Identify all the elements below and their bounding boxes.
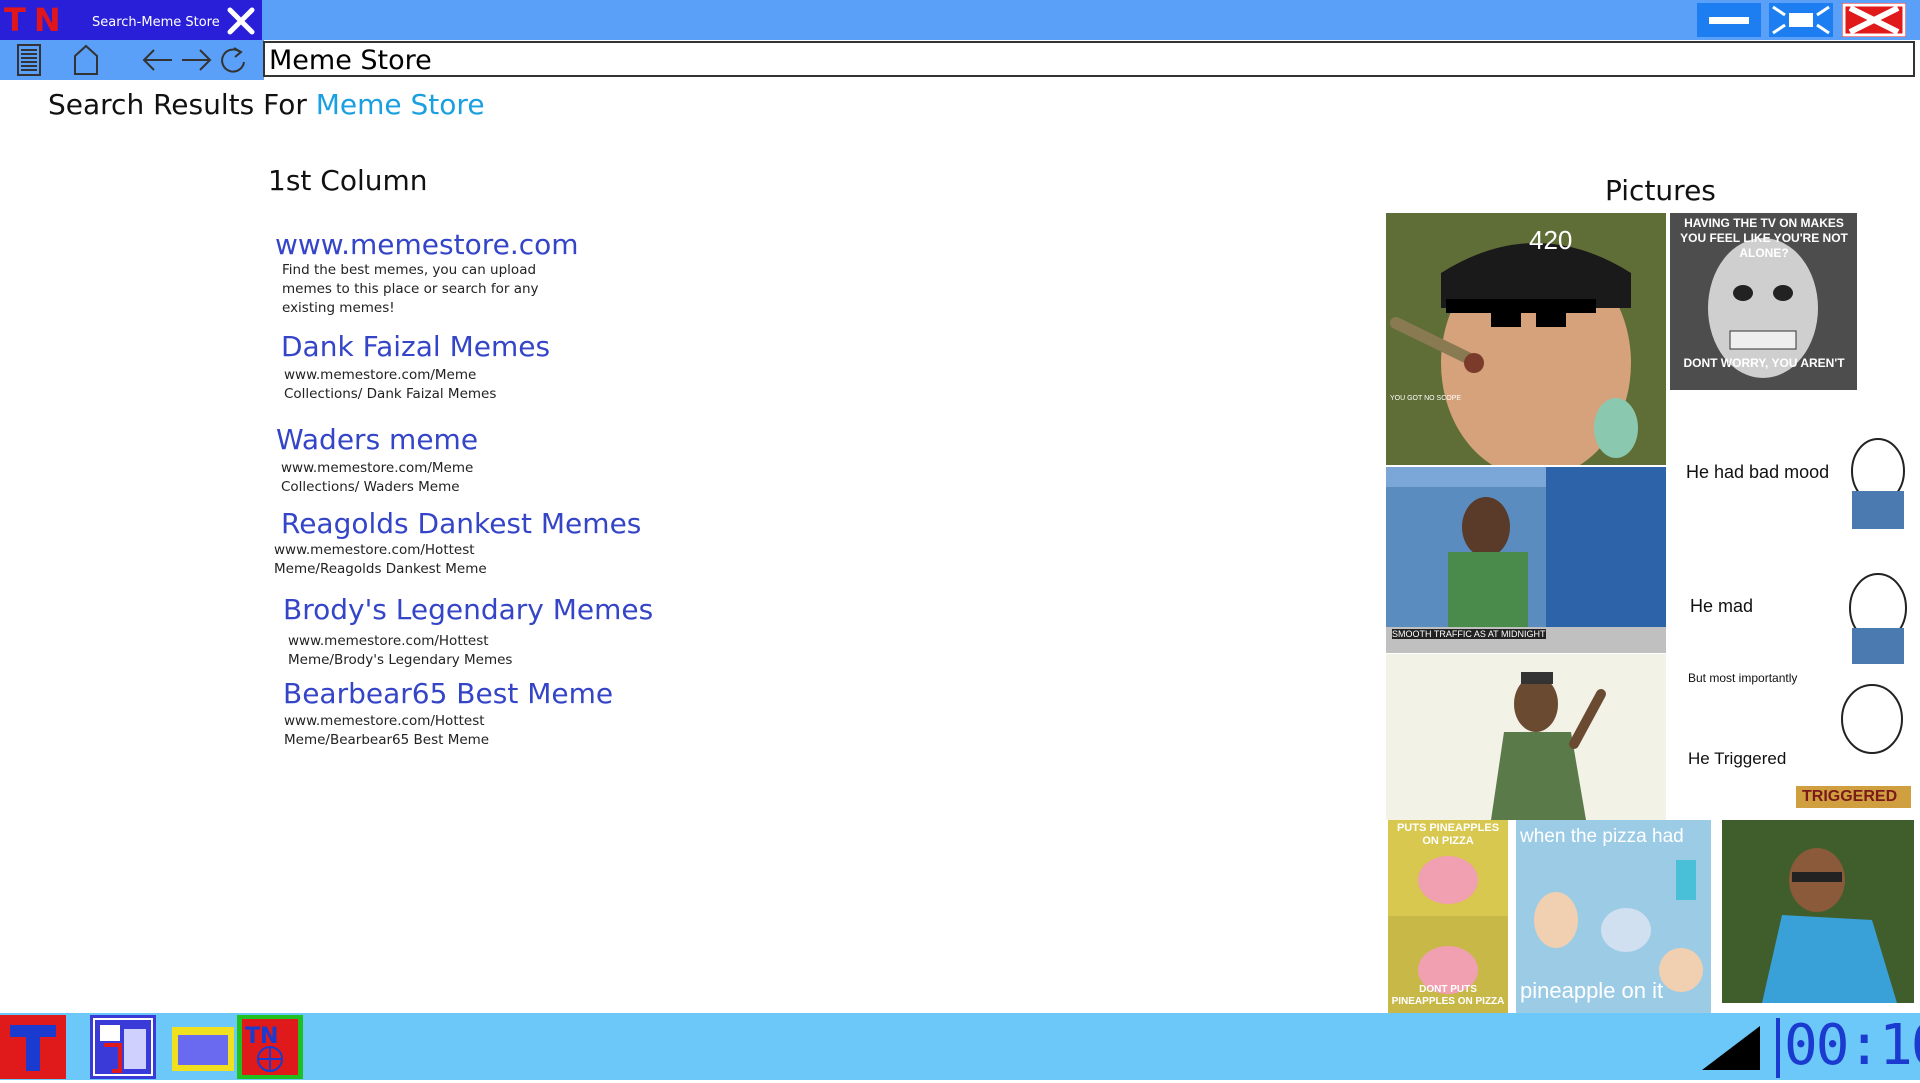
result-description: www.memestore.com/Meme Collections/ Wade…: [281, 460, 474, 495]
meme-gta-art: [1386, 654, 1666, 820]
pictures-heading: Pictures: [1605, 174, 1716, 207]
clock-divider: [1776, 1018, 1780, 1078]
restore-icon: [1772, 5, 1830, 35]
meme-420-caption: YOU GOT NO SCOPE: [1390, 395, 1462, 402]
svg-text:TN: TN: [245, 1024, 278, 1049]
meme-rick-bottom-caption: pineapple on it: [1520, 978, 1664, 1003]
result-title-link[interactable]: Waders meme: [276, 423, 478, 456]
meme-image-patrick-pizza[interactable]: PUTS PINEAPPLES ON PIZZA DONT PUTS PINEA…: [1388, 820, 1508, 1013]
meme-patrick-top-caption: PUTS PINEAPPLES ON PIZZA: [1396, 822, 1500, 847]
rage-caption-3: But most importantly: [1688, 671, 1798, 685]
result-title-link[interactable]: Reagolds Dankest Memes: [281, 507, 641, 540]
meme-image-not-alone[interactable]: HAVING THE TV ON MAKES YOU FEEL LIKE YOU…: [1670, 213, 1857, 390]
browser-toolbar: [0, 40, 264, 80]
back-arrow-icon[interactable]: [140, 44, 174, 76]
meme-news-ticker: SMOOTH TRAFFIC AS AT MIDNIGHT: [1392, 629, 1546, 639]
minimize-icon: [1709, 17, 1749, 24]
rage-caption-1: He had bad mood: [1686, 462, 1830, 482]
meme-not-alone-top-caption: HAVING THE TV ON MAKES YOU FEEL LIKE YOU…: [1680, 216, 1848, 260]
column-heading: 1st Column: [268, 164, 428, 197]
folder-icon: [172, 1027, 234, 1071]
meme-image-gta[interactable]: [1386, 654, 1666, 820]
meme-image-news-reporter[interactable]: SMOOTH TRAFFIC AS AT MIDNIGHT: [1386, 467, 1666, 653]
meme-news-art: [1386, 467, 1666, 653]
search-query: Meme Store: [315, 88, 485, 121]
signal-icon[interactable]: [1700, 1022, 1762, 1072]
browser-tab[interactable]: TN Search-Meme Store: [0, 0, 262, 40]
result-description: Find the best memes, you can upload meme…: [282, 262, 539, 316]
task-manager-icon: [93, 1018, 153, 1076]
forward-arrow-icon[interactable]: [180, 44, 214, 76]
tn-browser-icon: TN: [242, 1019, 298, 1075]
tn-logo-icon: TN: [4, 1, 69, 39]
meme-420-art: [1386, 213, 1666, 465]
result-description: www.memestore.com/Hottest Meme/Bearbear6…: [284, 713, 490, 748]
meme-patrick-bottom-caption: DONT PUTS PINEAPPLES ON PIZZA: [1391, 984, 1505, 1007]
home-icon[interactable]: [72, 44, 100, 76]
meme-image-crouching-guy[interactable]: [1722, 820, 1914, 1003]
title-bar: [0, 0, 1920, 40]
restore-button[interactable]: [1769, 3, 1833, 37]
refresh-icon[interactable]: [218, 44, 248, 76]
search-heading-prefix: Search Results For: [48, 88, 316, 121]
meme-image-rick-pizza[interactable]: when the pizza had pineapple on it: [1516, 820, 1711, 1013]
start-button[interactable]: [0, 1015, 66, 1079]
result-title-link[interactable]: Dank Faizal Memes: [281, 330, 550, 363]
rage-caption-2: He mad: [1690, 596, 1754, 616]
result-description: www.memestore.com/Hottest Meme/Brody's L…: [288, 633, 513, 668]
minimize-button[interactable]: [1697, 3, 1761, 37]
result-title-link[interactable]: Brody's Legendary Memes: [283, 593, 653, 626]
result-description: www.memestore.com/Hottest Meme/Reagolds …: [274, 542, 487, 577]
rage-triggered-badge: TRIGGERED: [1802, 788, 1898, 805]
result-description: www.memestore.com/Meme Collections/ Dank…: [284, 367, 497, 402]
meme-image-rage-comic[interactable]: He had bad mood He mad But most importan…: [1666, 396, 1916, 810]
result-title-link[interactable]: Bearbear65 Best Meme: [283, 677, 613, 710]
taskbar-app-task-manager[interactable]: [90, 1015, 156, 1079]
meme-not-alone-bottom-caption: DONT WORRY, YOU AREN'T: [1683, 356, 1845, 370]
tab-title: Search-Meme Store: [92, 15, 220, 30]
close-window-button[interactable]: [1842, 3, 1906, 37]
taskbar-clock: 00:10: [1784, 1013, 1920, 1078]
search-results-heading: Search Results For Meme Store: [48, 88, 485, 121]
meme-420-number: 420: [1529, 225, 1573, 255]
meme-crouching-art: [1722, 820, 1914, 1003]
result-title-link[interactable]: www.memestore.com: [275, 228, 579, 261]
close-icon[interactable]: [226, 6, 256, 36]
start-icon: [10, 1025, 56, 1071]
meme-image-420[interactable]: 420 YOU GOT NO SCOPE: [1386, 213, 1666, 465]
taskbar-app-folder[interactable]: [170, 1015, 236, 1079]
close-icon: [1842, 3, 1906, 37]
address-bar[interactable]: Meme Store: [263, 41, 1915, 77]
rage-caption-4: He Triggered: [1688, 749, 1787, 768]
menu-icon[interactable]: [16, 44, 42, 76]
meme-rick-top-caption: when the pizza had: [1520, 826, 1684, 847]
taskbar-app-tn-browser[interactable]: TN: [237, 1015, 303, 1079]
